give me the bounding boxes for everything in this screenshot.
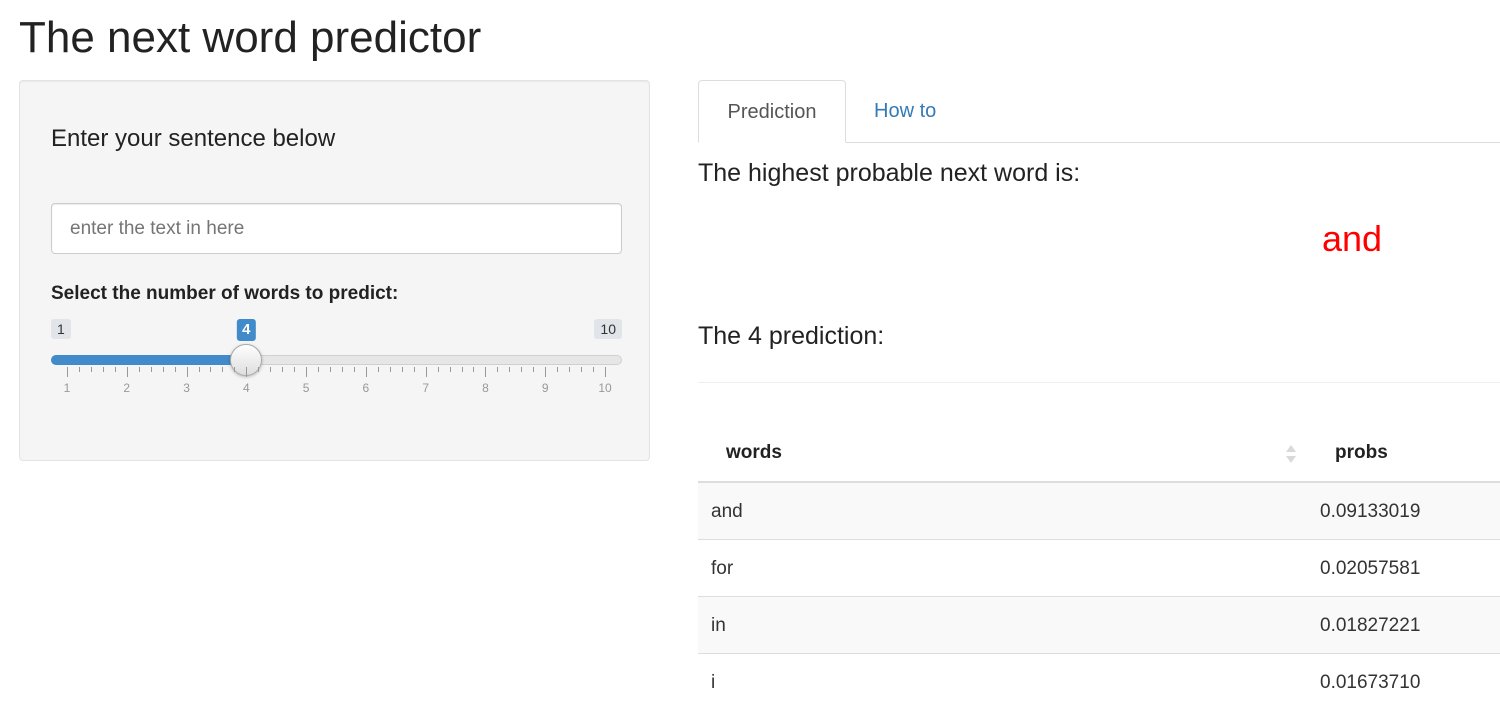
cell-prob: 0.01673710 (1320, 672, 1421, 693)
cell-word: and (711, 501, 743, 522)
slider-tick-minor (497, 367, 499, 372)
page-title: The next word predictor (19, 13, 482, 62)
slider-tick-label: 5 (302, 381, 310, 395)
slider-tick-major (605, 367, 606, 377)
slider-tick-minor (473, 367, 475, 372)
predictions-heading: The 4 prediction: (698, 322, 885, 350)
slider-tick-minor (258, 367, 260, 372)
slider-tick-minor (330, 367, 332, 372)
slider-tick-minor (222, 367, 224, 372)
slider-tick-major (186, 367, 188, 377)
slider-tick-minor (210, 367, 212, 372)
word-count-slider[interactable]: 1 10 4 1 2 3 4 5 6 7 8 9 10 (51, 317, 622, 417)
slider-tick-minor (509, 367, 511, 372)
table-body: and 0.09133019 for 0.02057581 in 0.01827… (698, 483, 1500, 711)
cell-word: for (711, 558, 734, 579)
slider-tick-minor (234, 367, 236, 372)
slider-tick-minor (102, 367, 104, 372)
slider-tick-label: 10 (598, 381, 612, 395)
slider-track-fill (51, 355, 247, 365)
sentence-heading: Enter your sentence below (51, 125, 336, 152)
slider-tick-label: 4 (242, 381, 250, 395)
slider-tick-minor (593, 367, 595, 372)
slider-tick-major (365, 367, 367, 377)
slider-tick-major (425, 367, 427, 377)
slider-tick-label: 3 (183, 381, 190, 395)
slider-tick-minor (282, 367, 284, 372)
slider-tick-minor (341, 367, 343, 372)
slider-tick-label: 7 (422, 381, 429, 395)
slider-tick-minor (377, 367, 379, 372)
slider-tick-minor (521, 367, 523, 372)
slider-tick-minor (437, 367, 439, 372)
slider-tick-major (126, 367, 128, 377)
column-header-probs[interactable]: probs (1335, 442, 1388, 464)
slider-value-badge: 4 (237, 319, 256, 341)
tab-bar: Prediction How to (698, 80, 1500, 143)
slider-tick-minor (138, 367, 140, 372)
slider-tick-label: 2 (123, 381, 131, 395)
divider (698, 382, 1500, 383)
slider-tick-minor (174, 367, 176, 372)
table-row: in 0.01827221 (698, 597, 1500, 654)
slider-tick-major (246, 367, 248, 377)
predictions-table: words probs and 0.09133019 for 0.0205758… (698, 425, 1500, 711)
slider-tick-minor (114, 367, 116, 372)
slider-max-badge: 10 (594, 319, 622, 339)
sort-arrows-icon[interactable] (1285, 443, 1297, 465)
slider-tick-minor (270, 367, 272, 372)
cell-prob: 0.02057581 (1320, 558, 1421, 579)
slider-tick-label: 6 (362, 381, 370, 395)
table-row: for 0.02057581 (698, 540, 1500, 597)
cell-prob: 0.09133019 (1320, 501, 1421, 522)
slider-tick-minor (533, 367, 535, 372)
sidebar-panel: Enter your sentence below Select the num… (19, 80, 650, 461)
table-row: i 0.01673710 (698, 654, 1500, 711)
sentence-input[interactable] (51, 203, 622, 254)
slider-tick-major (545, 367, 547, 377)
slider-tick-minor (389, 367, 391, 372)
slider-tick-minor (162, 367, 164, 372)
best-word-heading: The highest probable next word is: (698, 159, 1081, 187)
slider-tick-minor (569, 367, 571, 372)
slider-tick-minor (353, 367, 355, 372)
slider-tick-major (306, 367, 308, 377)
slider-tick-minor (198, 367, 200, 372)
slider-tick-minor (78, 367, 80, 372)
slider-tick-minor (90, 367, 92, 372)
slider-tick-minor (413, 367, 415, 372)
cell-prob: 0.01827221 (1320, 615, 1421, 636)
slider-tick-label: 1 (63, 381, 71, 395)
slider-tick-minor (294, 367, 296, 372)
cell-word: i (711, 672, 716, 693)
table-header: words probs (698, 425, 1500, 483)
slider-tick-label: 8 (482, 381, 489, 395)
slider-min-badge: 1 (51, 319, 71, 339)
slider-tick-minor (557, 367, 559, 372)
slider-tick-minor (318, 367, 320, 372)
slider-tick-label: 9 (541, 381, 549, 395)
column-header-words[interactable]: words (726, 442, 782, 464)
slider-label: Select the number of words to predict: (51, 283, 399, 304)
slider-tick-minor (401, 367, 403, 372)
slider-tick-major (67, 367, 68, 377)
slider-tick-minor (581, 367, 583, 372)
slider-tick-minor (461, 367, 463, 372)
slider-tick-minor (449, 367, 451, 372)
slider-tick-major (485, 367, 487, 377)
slider-tick-minor (150, 367, 152, 372)
predicted-word: and (1322, 218, 1383, 259)
tab-how-to[interactable]: How to (850, 80, 960, 143)
cell-word: in (711, 615, 726, 636)
tab-prediction[interactable]: Prediction (698, 80, 846, 143)
table-row: and 0.09133019 (698, 483, 1500, 540)
